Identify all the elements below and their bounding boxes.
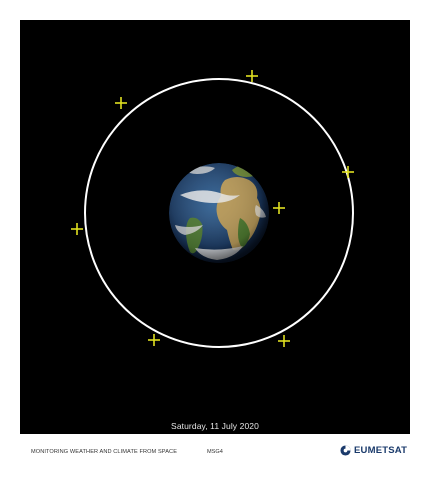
footer-satellite-id: MSG4: [207, 449, 223, 455]
page: Saturday, 11 July 2020 MONITORING WEATHE…: [0, 0, 431, 483]
satellite-marker: [115, 97, 127, 109]
eumetsat-logo: EUMETSAT: [340, 445, 407, 456]
satellite-marker: [278, 335, 290, 347]
satellite-marker: [148, 334, 160, 346]
brand-name: EUMETSAT: [354, 445, 408, 456]
satellite-marker: [342, 166, 354, 178]
date-label: Saturday, 11 July 2020: [171, 421, 259, 431]
earth-globe: [169, 163, 269, 263]
orbit-visualization: Saturday, 11 July 2020: [20, 20, 410, 434]
orbit-svg: [71, 70, 354, 348]
satellite-marker: [246, 70, 258, 82]
eumetsat-logo-icon: [340, 445, 351, 456]
footer-tagline: MONITORING WEATHER AND CLIMATE FROM SPAC…: [31, 449, 178, 455]
satellite-marker: [71, 223, 83, 235]
satellite-marker: [273, 202, 285, 214]
